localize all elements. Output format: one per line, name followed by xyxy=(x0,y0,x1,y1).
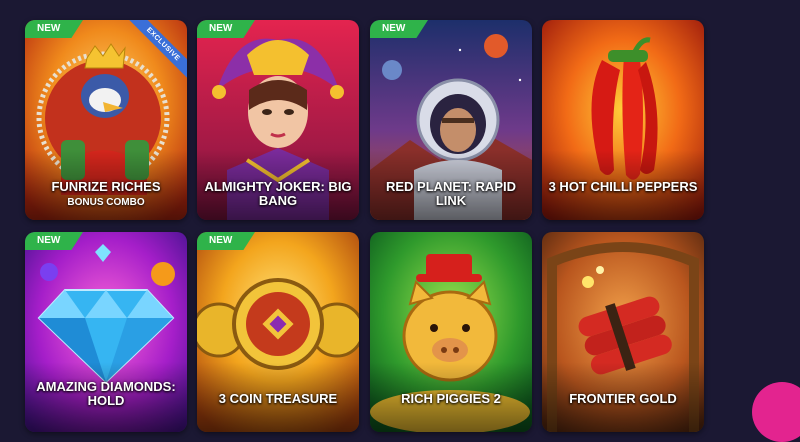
game-card-3-hot-chilli-peppers[interactable]: 3 HOT CHILLI PEPPERS xyxy=(542,20,704,220)
game-title: 3 COIN TREASURE xyxy=(218,391,338,406)
game-title: FRONTIER GOLD xyxy=(569,391,677,406)
game-card-amazing-diamonds[interactable]: NEW AMAZING DIAMONDS: HOLD xyxy=(25,232,187,432)
game-card-funrize-riches[interactable]: NEW EXCLUSIVE FUNRIZE RICHES BONUS COMBO xyxy=(25,20,187,220)
game-card-rich-piggies-2[interactable]: RICH PIGGIES 2 xyxy=(370,232,532,432)
game-title: FUNRIZE RICHES xyxy=(51,179,161,194)
chat-button[interactable] xyxy=(752,382,800,442)
game-card-3-coin-treasure[interactable]: NEW 3 COIN TREASURE xyxy=(197,232,359,432)
game-title: RICH PIGGIES 2 xyxy=(401,391,501,406)
game-subtitle: BONUS COMBO xyxy=(67,197,145,208)
game-grid: NEW EXCLUSIVE FUNRIZE RICHES BONUS COMBO… xyxy=(0,0,800,432)
game-title: ALMIGHTY JOKER: BIG BANG xyxy=(204,179,352,208)
game-card-red-planet[interactable]: NEW RED PLANET: RAPID LINK xyxy=(370,20,532,220)
game-title: RED PLANET: RAPID LINK xyxy=(385,179,516,208)
game-title: 3 HOT CHILLI PEPPERS xyxy=(548,179,698,194)
game-card-almighty-joker[interactable]: NEW ALMIGHTY JOKER: BIG BANG xyxy=(197,20,359,220)
game-title: AMAZING DIAMONDS: HOLD xyxy=(36,379,176,408)
game-card-frontier-gold[interactable]: FRONTIER GOLD xyxy=(542,232,704,432)
